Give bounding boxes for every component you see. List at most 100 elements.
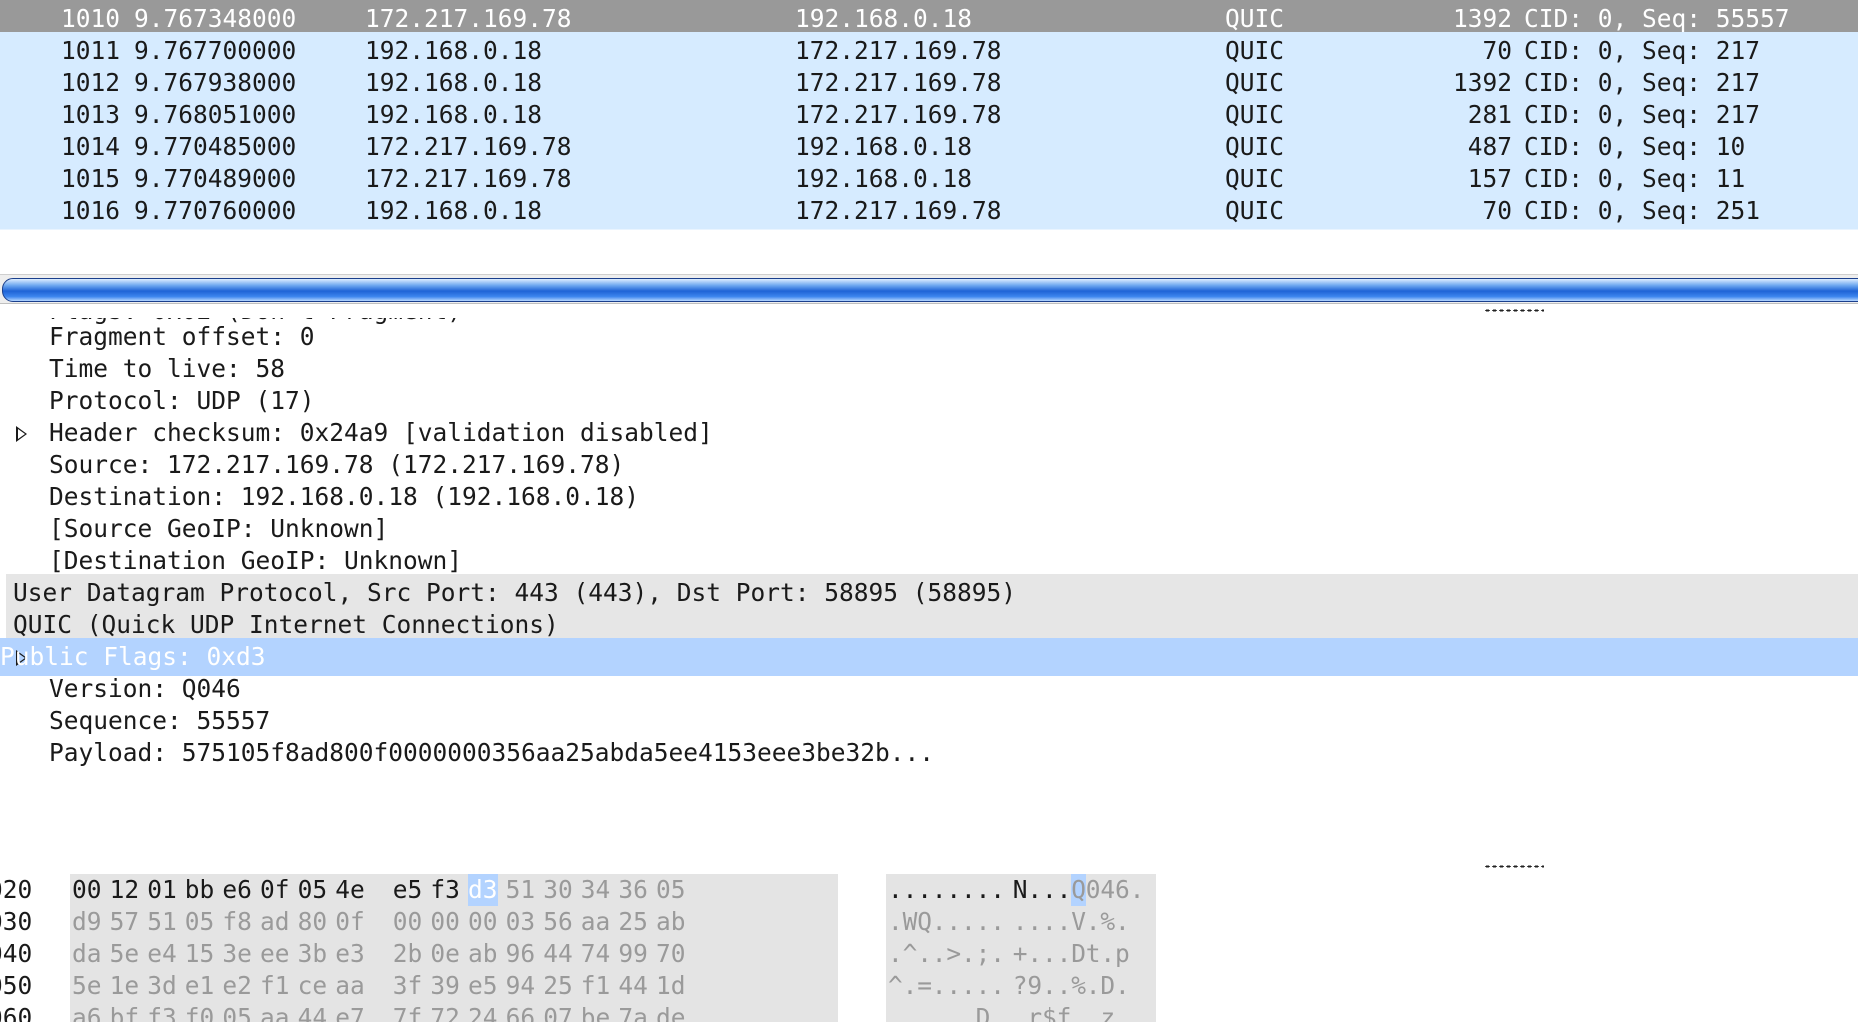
ascii-char[interactable]: ^ [888, 970, 903, 1002]
ascii-char[interactable]: . [1071, 1002, 1086, 1022]
hex-byte[interactable]: aa [335, 970, 372, 1002]
ascii-char[interactable]: % [1100, 906, 1115, 938]
ascii-char[interactable]: . [1042, 938, 1057, 970]
ascii-char[interactable]: . [1057, 906, 1072, 938]
hex-byte[interactable]: ee [260, 938, 297, 970]
hex-byte[interactable]: 24 [468, 1002, 505, 1022]
hex-byte[interactable]: f8 [222, 906, 259, 938]
ascii-char[interactable]: z [1100, 1002, 1115, 1022]
hex-byte[interactable]: 4e [335, 874, 372, 906]
ascii-char[interactable]: . [932, 1002, 947, 1022]
hex-byte[interactable]: 15 [185, 938, 222, 970]
hex-byte[interactable]: 44 [543, 938, 580, 970]
hex-byte[interactable]: ce [298, 970, 335, 1002]
ascii-char[interactable]: . [1013, 906, 1028, 938]
hex-byte[interactable]: ab [656, 906, 693, 938]
hex-byte[interactable]: 34 [581, 874, 618, 906]
ascii-char[interactable]: . [946, 874, 961, 906]
ascii-char[interactable]: . [990, 970, 1005, 1002]
ascii-char[interactable]: . [946, 970, 961, 1002]
hex-byte[interactable]: 99 [618, 938, 655, 970]
splitter-grip-icon[interactable] [1484, 309, 1544, 312]
hex-byte[interactable]: aa [260, 1002, 297, 1022]
ascii-char[interactable]: . [1057, 970, 1072, 1002]
hex-byte[interactable]: 3f [393, 970, 430, 1002]
hex-byte[interactable]: 44 [298, 1002, 335, 1022]
hex-byte[interactable]: 3d [147, 970, 184, 1002]
ascii-char[interactable]: . [1042, 874, 1057, 906]
hex-byte[interactable]: 25 [543, 970, 580, 1002]
ascii-char[interactable]: . [990, 938, 1005, 970]
horizontal-scrollbar[interactable] [0, 274, 1858, 304]
ascii-char[interactable]: . [990, 874, 1005, 906]
hex-byte[interactable]: 05 [656, 874, 693, 906]
hex-byte[interactable]: d3 [468, 874, 498, 906]
ascii-char[interactable]: . [1057, 938, 1072, 970]
hex-byte[interactable]: e6 [222, 874, 259, 906]
ascii-char[interactable]: . [932, 938, 947, 970]
ascii-char[interactable]: . [888, 874, 903, 906]
hex-byte[interactable]: de [656, 1002, 693, 1022]
ascii-char[interactable]: . [903, 874, 918, 906]
hex-byte[interactable]: 25 [618, 906, 655, 938]
hex-byte[interactable]: e3 [335, 938, 372, 970]
hex-byte[interactable]: 1e [110, 970, 147, 1002]
hex-byte[interactable]: ad [260, 906, 297, 938]
hex-byte[interactable]: 56 [543, 906, 580, 938]
hex-byte[interactable]: e5 [468, 970, 505, 1002]
ascii-char[interactable]: . [976, 970, 991, 1002]
ascii-char[interactable]: . [1115, 970, 1130, 1002]
hex-byte[interactable]: 01 [147, 874, 184, 906]
ascii-char[interactable]: . [976, 906, 991, 938]
hex-byte[interactable]: 05 [185, 906, 222, 938]
ascii-char[interactable]: $ [1042, 1002, 1057, 1022]
hex-byte[interactable]: f1 [581, 970, 618, 1002]
ascii-char[interactable]: . [990, 1002, 1005, 1022]
ascii-char[interactable]: . [961, 906, 976, 938]
ascii-char[interactable]: . [1057, 874, 1072, 906]
ascii-char[interactable]: . [946, 906, 961, 938]
hex-byte[interactable]: e1 [185, 970, 222, 1002]
hex-byte[interactable]: 00 [72, 874, 109, 906]
ascii-char[interactable]: . [932, 874, 947, 906]
ascii-char[interactable]: . [917, 1002, 932, 1022]
hex-byte[interactable]: f1 [260, 970, 297, 1002]
ascii-char[interactable]: . [961, 1002, 976, 1022]
ascii-char[interactable]: f [1057, 1002, 1072, 1022]
ascii-char[interactable]: . [888, 938, 903, 970]
ascii-char[interactable]: . [888, 906, 903, 938]
ascii-char[interactable]: . [888, 1002, 903, 1022]
ascii-char[interactable]: . [903, 970, 918, 1002]
packet-row[interactable]: 1016 9.770760000 192.168.0.18 172.217.169.7… [0, 192, 1858, 230]
ascii-char[interactable]: p [1115, 938, 1130, 970]
hex-byte[interactable]: 72 [430, 1002, 467, 1022]
hex-byte[interactable]: e2 [222, 970, 259, 1002]
pane-splitter-top[interactable] [0, 304, 1858, 319]
ascii-char[interactable]: . [903, 1002, 918, 1022]
hex-byte[interactable]: 39 [430, 970, 467, 1002]
detail-line[interactable]: Payload: 575105f8ad800f0000000356aa25abd… [0, 734, 1858, 772]
hex-byte[interactable]: 05 [298, 874, 335, 906]
hex-byte[interactable]: 51 [506, 874, 543, 906]
hex-byte[interactable]: 80 [298, 906, 335, 938]
hex-byte[interactable]: f0 [185, 1002, 222, 1022]
ascii-char[interactable]: 4 [1100, 874, 1115, 906]
ascii-char[interactable]: > [946, 938, 961, 970]
hex-byte[interactable]: be [581, 1002, 618, 1022]
ascii-char[interactable]: ? [1013, 970, 1028, 1002]
hex-byte[interactable]: 74 [581, 938, 618, 970]
ascii-char[interactable]: . [1013, 1002, 1028, 1022]
hex-byte[interactable]: f3 [147, 1002, 184, 1022]
hex-byte[interactable]: 3b [298, 938, 335, 970]
hex-byte[interactable]: 1d [656, 970, 693, 1002]
ascii-char[interactable]: . [1042, 970, 1057, 1002]
hex-byte[interactable]: 0f [260, 874, 297, 906]
ascii-char[interactable]: . [1115, 906, 1130, 938]
hex-byte[interactable]: 2b [393, 938, 430, 970]
ascii-char[interactable]: . [1086, 970, 1101, 1002]
ascii-char[interactable]: . [961, 874, 976, 906]
hex-byte[interactable]: bf [110, 1002, 147, 1022]
hex-byte[interactable]: e5 [393, 874, 430, 906]
ascii-char[interactable]: . [1115, 1002, 1130, 1022]
ascii-char[interactable]: . [946, 1002, 961, 1022]
